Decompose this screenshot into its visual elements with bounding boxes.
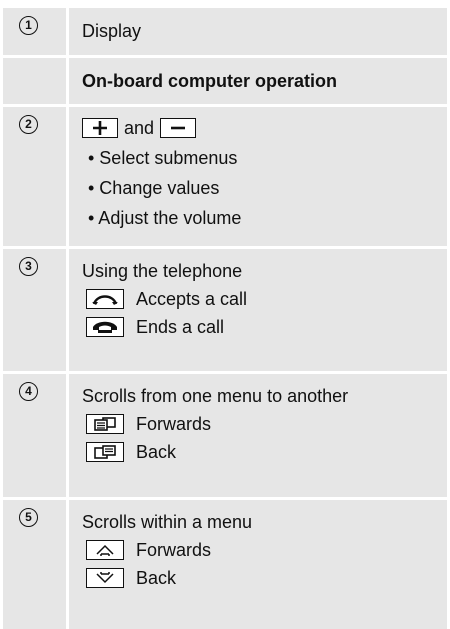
table-row-2: 2 and • Select submenus • Change values …: [3, 107, 447, 249]
table-row-3: 3 Using the telephone Accepts a call End…: [3, 249, 447, 374]
row-number-cell: 4: [3, 374, 69, 497]
menu-forward-icon: [86, 414, 124, 434]
list-item: • Change values: [88, 178, 220, 198]
list-item: • Adjust the volume: [88, 208, 242, 228]
and-text: and: [124, 118, 155, 138]
row-title: Scrolls from one menu to another: [82, 386, 349, 406]
row-title: Scrolls within a menu: [82, 512, 253, 532]
table-row-1: 1 Display: [3, 8, 447, 58]
row-content: and • Select submenus • Change values • …: [69, 107, 447, 246]
minus-icon: [160, 118, 197, 138]
plus-minus-line: and: [82, 113, 439, 143]
item-label: Accepts a call: [136, 289, 248, 309]
row-content: Using the telephone Accepts a call Ends …: [69, 249, 447, 371]
list-item: Back: [82, 564, 439, 592]
row-number-cell: 5: [3, 500, 69, 629]
row-text: Display: [82, 21, 142, 41]
row-content: Scrolls from one menu to another Forward…: [69, 374, 447, 497]
row-number: 2: [19, 115, 38, 134]
menu-back-icon: [86, 442, 124, 462]
phone-accept-icon: [86, 289, 124, 309]
row-number: 5: [19, 508, 38, 527]
list-item: Ends a call: [82, 313, 439, 341]
list-item: Accepts a call: [82, 285, 439, 313]
row-number: 3: [19, 257, 38, 276]
plus-icon: [82, 118, 118, 138]
section-heading: On-board computer operation: [82, 71, 338, 91]
table-row-4: 4 Scrolls from one menu to another Forwa…: [3, 374, 447, 500]
row-number: 1: [19, 16, 38, 35]
row-number-cell: 1: [3, 8, 69, 55]
row-number-cell: 2: [3, 107, 69, 246]
row-number-cell: 3: [3, 249, 69, 371]
phone-end-icon: [86, 317, 124, 337]
arrow-down-icon: [86, 568, 124, 588]
table-row-heading: On-board computer operation: [3, 58, 447, 107]
list-item: • Select submenus: [88, 148, 238, 168]
list-item: Forwards: [82, 410, 439, 438]
controls-table: 1 Display On-board computer operation 2 …: [3, 8, 447, 629]
item-label: Forwards: [136, 414, 212, 434]
arrow-up-icon: [86, 540, 124, 560]
row-number: 4: [19, 382, 38, 401]
row-content: On-board computer operation: [69, 58, 447, 104]
row-number-cell: [3, 58, 69, 104]
list-item: Back: [82, 438, 439, 466]
list-item: Forwards: [82, 536, 439, 564]
item-label: Ends a call: [136, 317, 225, 337]
row-content: Display: [69, 8, 447, 55]
row-content: Scrolls within a menu Forwards Back: [69, 500, 447, 629]
item-label: Forwards: [136, 540, 212, 560]
row-title: Using the telephone: [82, 261, 243, 281]
item-label: Back: [136, 442, 177, 462]
table-row-5: 5 Scrolls within a menu Forwards Back: [3, 500, 447, 629]
item-label: Back: [136, 568, 177, 588]
